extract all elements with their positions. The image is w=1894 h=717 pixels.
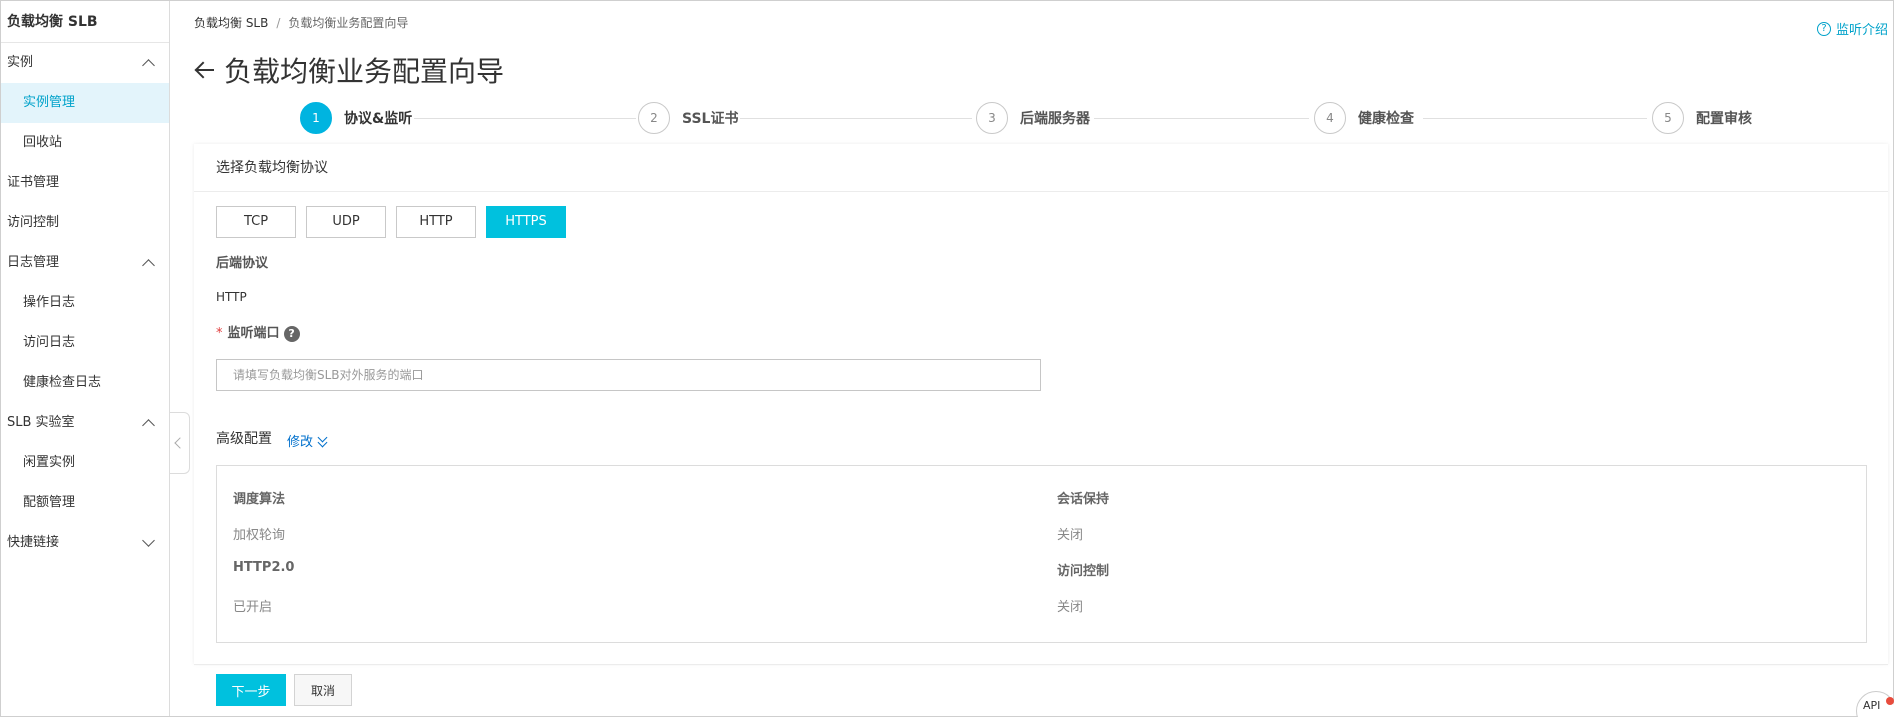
step-health-check: 4 健康检查 (1314, 102, 1414, 134)
chevron-up-icon (142, 419, 155, 432)
session-persistence-value: 关闭 (1057, 528, 1084, 543)
protocol-selector: TCP UDP HTTP HTTPS (216, 206, 576, 238)
chevron-up-icon (142, 59, 155, 72)
help-link-label: 监听介绍 (1835, 23, 1888, 38)
wizard-steps: 1 协议&监听 2 SSL证书 3 后端服务器 4 健康检查 5 配置审核 (300, 102, 1752, 134)
sidebar-group-label: 快捷链接 (7, 535, 60, 550)
step-connector (1094, 118, 1309, 119)
notification-dot (1886, 697, 1894, 705)
step-number: 4 (1314, 102, 1346, 134)
advanced-edit-label: 修改 (287, 435, 314, 450)
listener-port-label-row: * 监听端口? (216, 322, 300, 342)
sidebar-item-health-log[interactable]: 健康检查日志 (1, 363, 169, 403)
advanced-edit-link[interactable]: 修改 (287, 431, 329, 450)
listener-port-label: 监听端口 (227, 326, 280, 341)
sidebar-group-label: 访问控制 (7, 215, 60, 230)
step-label: 后端服务器 (1020, 111, 1090, 127)
advanced-config-title: 高级配置 (216, 431, 272, 447)
sidebar-group-quick-links[interactable]: 快捷链接 (1, 523, 169, 563)
sidebar-group-certificates[interactable]: 证书管理 (1, 163, 169, 203)
protocol-https-button[interactable]: HTTPS (486, 206, 566, 238)
protocol-tcp-button[interactable]: TCP (216, 206, 296, 238)
sidebar-title: 负载均衡 SLB (1, 1, 169, 43)
next-step-button[interactable]: 下一步 (216, 674, 286, 706)
access-control-value: 关闭 (1057, 600, 1084, 615)
cancel-button[interactable]: 取消 (294, 674, 352, 706)
session-persistence-label: 会话保持 (1057, 492, 1110, 507)
chevron-down-icon (142, 534, 155, 547)
step-protocol-listener: 1 协议&监听 (300, 102, 412, 134)
step-connector (414, 118, 636, 119)
breadcrumb-separator: / (276, 16, 281, 30)
sidebar-group-label: 实例 (7, 55, 34, 70)
step-config-review: 5 配置审核 (1652, 102, 1752, 134)
step-ssl-cert: 2 SSL证书 (638, 102, 738, 134)
step-number: 3 (976, 102, 1008, 134)
listener-port-input[interactable] (216, 359, 1041, 391)
scheduler-label: 调度算法 (233, 492, 286, 507)
page-title: 负载均衡业务配置向导 (224, 55, 505, 88)
http2-value: 已开启 (233, 600, 273, 615)
protocol-section-title: 选择负载均衡协议 (194, 144, 1888, 192)
chevron-up-icon (142, 259, 155, 272)
sidebar-group-logs[interactable]: 日志管理 (1, 243, 169, 283)
sidebar-item-access-log[interactable]: 访问日志 (1, 323, 169, 363)
http2-label: HTTP2.0 (233, 560, 295, 575)
sidebar: 负载均衡 SLB 实例 实例管理 回收站 证书管理 访问控制 日志管理 操作日志… (1, 1, 170, 716)
required-mark: * (216, 326, 223, 341)
step-connector (740, 118, 972, 119)
sidebar-group-label: 日志管理 (7, 255, 60, 270)
protocol-udp-button[interactable]: UDP (306, 206, 386, 238)
help-link[interactable]: ? 监听介绍 (1816, 19, 1888, 38)
scheduler-value: 加权轮询 (233, 528, 286, 543)
sidebar-item-quota-manage[interactable]: 配额管理 (1, 483, 169, 523)
back-arrow-icon[interactable] (194, 59, 216, 81)
step-label: SSL证书 (682, 111, 739, 127)
sidebar-group-instance[interactable]: 实例 (1, 43, 169, 83)
step-label: 配置审核 (1696, 111, 1752, 127)
sidebar-group-access-control[interactable]: 访问控制 (1, 203, 169, 243)
double-chevron-down-icon (317, 432, 329, 448)
help-circle-icon: ? (1816, 21, 1831, 36)
step-backend-servers: 3 后端服务器 (976, 102, 1090, 134)
step-label: 协议&监听 (344, 111, 413, 127)
step-label: 健康检查 (1358, 111, 1414, 127)
advanced-config-box: 调度算法 加权轮询 HTTP2.0 已开启 会话保持 关闭 访问控制 关闭 (216, 465, 1867, 643)
backend-protocol-value: HTTP (216, 290, 247, 304)
step-number: 1 (300, 102, 332, 134)
step-number: 2 (638, 102, 670, 134)
step-number: 5 (1652, 102, 1684, 134)
sidebar-item-recycle[interactable]: 回收站 (1, 123, 169, 163)
breadcrumb-current: 负载均衡业务配置向导 (288, 16, 409, 30)
breadcrumb-root[interactable]: 负载均衡 SLB (194, 16, 268, 30)
access-control-label: 访问控制 (1057, 564, 1110, 579)
question-icon[interactable]: ? (283, 325, 300, 342)
page-header: 负载均衡业务配置向导 (194, 50, 504, 90)
sidebar-group-label: 证书管理 (7, 175, 60, 190)
step-connector (1423, 118, 1647, 119)
footer-divider (194, 664, 1888, 665)
protocol-http-button[interactable]: HTTP (396, 206, 476, 238)
sidebar-collapse-handle[interactable] (170, 412, 190, 474)
sidebar-item-instance-manage[interactable]: 实例管理 (1, 83, 169, 123)
config-panel: 选择负载均衡协议 TCP UDP HTTP HTTPS 后端协议 HTTP * 监… (194, 144, 1888, 664)
breadcrumb: 负载均衡 SLB / 负载均衡业务配置向导 (194, 14, 408, 31)
sidebar-item-op-log[interactable]: 操作日志 (1, 283, 169, 323)
backend-protocol-label: 后端协议 (216, 256, 269, 271)
sidebar-item-idle-instance[interactable]: 闲置实例 (1, 443, 169, 483)
sidebar-group-label: SLB 实验室 (7, 415, 75, 430)
sidebar-group-lab[interactable]: SLB 实验室 (1, 403, 169, 443)
